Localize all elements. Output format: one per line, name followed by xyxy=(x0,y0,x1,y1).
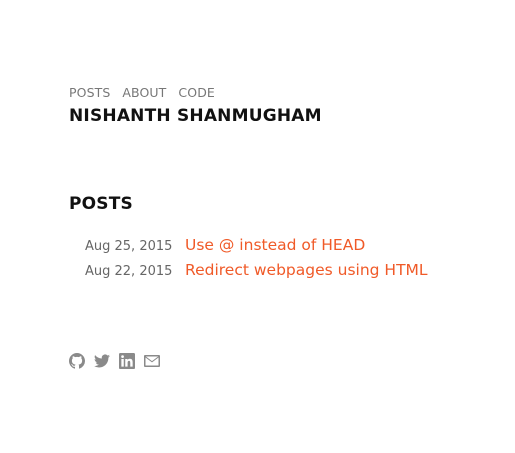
github-icon[interactable] xyxy=(69,353,85,369)
social-links xyxy=(69,353,160,369)
post-list: Aug 25, 2015 Use @ instead of HEAD Aug 2… xyxy=(85,236,428,286)
linkedin-icon[interactable] xyxy=(119,353,135,369)
list-item: Aug 22, 2015 Redirect webpages using HTM… xyxy=(85,261,428,286)
list-item: Aug 25, 2015 Use @ instead of HEAD xyxy=(85,236,428,261)
nav-about[interactable]: ABOUT xyxy=(122,85,166,100)
post-date: Aug 22, 2015 xyxy=(85,264,173,279)
nav-code[interactable]: CODE xyxy=(178,85,215,100)
twitter-icon[interactable] xyxy=(94,353,110,369)
post-date: Aug 25, 2015 xyxy=(85,239,173,254)
site-title[interactable]: NISHANTH SHANMUGHAM xyxy=(69,106,322,126)
posts-heading: POSTS xyxy=(69,194,133,214)
post-link[interactable]: Use @ instead of HEAD xyxy=(185,236,365,254)
post-link[interactable]: Redirect webpages using HTML xyxy=(185,261,428,279)
nav-posts[interactable]: POSTS xyxy=(69,85,110,100)
top-nav: POSTS ABOUT CODE xyxy=(69,85,215,100)
email-icon[interactable] xyxy=(144,353,160,369)
